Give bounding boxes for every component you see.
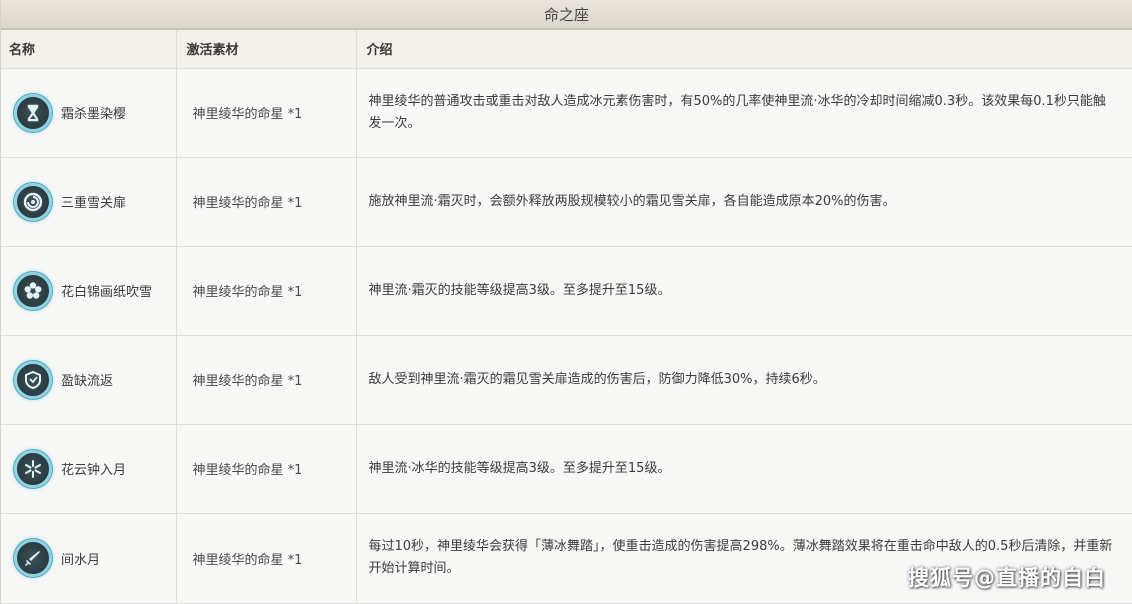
name-cell: 花白锦画纸吹雪 <box>1 246 177 336</box>
header-material: 激活素材 <box>176 30 357 69</box>
description-cell: 施放神里流·霜灭时，会额外释放两股规模较小的霜见雪关扉，各自能造成原本20%的伤… <box>356 157 1132 247</box>
material-cell: 神里绫华的命星 *1 <box>176 424 357 514</box>
name-cell: 盈缺流返 <box>1 335 177 425</box>
table-row: 霜杀墨染樱 神里绫华的命星 *1 神里绫华的普通攻击或重击对敌人造成冰元素伤害时… <box>1 68 1132 158</box>
name-cell: 三重雪关扉 <box>1 157 177 247</box>
snowflake-icon <box>14 449 52 488</box>
shield-icon <box>14 360 52 399</box>
name-cell: 间水月 <box>1 513 177 604</box>
constellation-panel: 命之座 名称 激活素材 介绍 霜杀墨染樱 神里绫华的命星 *1 神里绫华的普通攻… <box>0 0 1132 604</box>
description-cell: 敌人受到神里流·霜灭的霜见雪关扉造成的伤害后，防御力降低30%，持续6秒。 <box>356 335 1132 425</box>
flower-icon <box>14 271 52 310</box>
material-cell: 神里绫华的命星 *1 <box>176 513 357 604</box>
table-row: 花白锦画纸吹雪 神里绫华的命星 *1 神里流·霜灭的技能等级提高3级。至多提升至… <box>1 246 1132 336</box>
name-cell: 霜杀墨染樱 <box>1 68 177 158</box>
description-cell: 神里流·冰华的技能等级提高3级。至多提升至15级。 <box>356 424 1132 514</box>
table-header-row: 名称 激活素材 介绍 <box>1 30 1132 69</box>
constellation-name: 盈缺流返 <box>61 374 114 389</box>
header-desc: 介绍 <box>356 30 1132 69</box>
material-cell: 神里绫华的命星 *1 <box>176 68 357 158</box>
table-row: 三重雪关扉 神里绫华的命星 *1 施放神里流·霜灭时，会额外释放两股规模较小的霜… <box>1 157 1132 247</box>
sword-icon <box>14 539 52 577</box>
material-cell: 神里绫华的命星 *1 <box>176 246 357 336</box>
constellation-name: 三重雪关扉 <box>61 196 127 211</box>
constellation-name: 间水月 <box>61 552 101 568</box>
swirl-icon <box>14 182 52 221</box>
material-cell: 神里绫华的命星 *1 <box>176 157 357 247</box>
panel-title: 命之座 <box>1 0 1132 30</box>
table-row: 花云钟入月 神里绫华的命星 *1 神里流·冰华的技能等级提高3级。至多提升至15… <box>1 424 1132 514</box>
header-name: 名称 <box>1 30 177 69</box>
material-cell: 神里绫华的命星 *1 <box>176 335 357 425</box>
watermark: 搜狐号@直播的自白 <box>908 566 1106 590</box>
constellation-name: 霜杀墨染樱 <box>61 107 127 122</box>
constellation-table: 名称 激活素材 介绍 霜杀墨染樱 神里绫华的命星 *1 神里绫华的普通攻击或重击… <box>1 30 1132 604</box>
constellation-name: 花白锦画纸吹雪 <box>61 285 153 300</box>
description-cell: 神里流·霜灭的技能等级提高3级。至多提升至15级。 <box>356 246 1132 336</box>
description-cell: 神里绫华的普通攻击或重击对敌人造成冰元素伤害时，有50%的几率使神里流·冰华的冷… <box>356 68 1132 158</box>
table-row: 盈缺流返 神里绫华的命星 *1 敌人受到神里流·霜灭的霜见雪关扉造成的伤害后，防… <box>1 335 1132 425</box>
hourglass-icon <box>14 93 52 132</box>
name-cell: 花云钟入月 <box>1 424 177 514</box>
constellation-name: 花云钟入月 <box>61 463 127 478</box>
